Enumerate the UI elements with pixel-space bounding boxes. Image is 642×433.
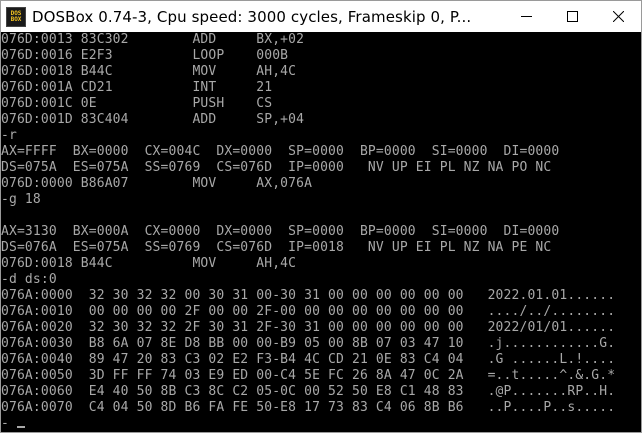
console-line: 076D:001A CD21 INT 21 bbox=[1, 80, 273, 95]
close-button[interactable] bbox=[595, 1, 641, 32]
console-line: 076A:0000 32 30 32 32 00 30 31 00-30 31 … bbox=[1, 288, 616, 303]
console-line: AX=FFFF BX=0000 CX=004C DX=0000 SP=0000 … bbox=[1, 144, 560, 159]
title-bar[interactable]: DOS BOX DOSBox 0.74-3, Cpu speed: 3000 c… bbox=[1, 1, 641, 32]
dosbox-app-icon[interactable]: DOS BOX bbox=[6, 6, 26, 27]
console-line: 076A:0060 E4 40 50 8B C3 8C C2 05-0C 00 … bbox=[1, 384, 616, 399]
console-line: 076A:0050 3D FF FF 74 03 E9 ED 00-C4 5E … bbox=[1, 368, 616, 383]
dosbox-window: DOS BOX DOSBox 0.74-3, Cpu speed: 3000 c… bbox=[0, 0, 642, 433]
close-icon bbox=[612, 11, 624, 22]
console-line: 076A:0040 89 47 20 83 C3 02 E2 F3-B4 4C … bbox=[1, 352, 616, 367]
console-line: AX=3130 BX=000A CX=0000 DX=0000 SP=0000 … bbox=[1, 224, 560, 239]
console-line: 076D:0013 83C302 ADD BX,+02 bbox=[1, 32, 305, 47]
console-line: 076A:0070 C4 04 50 8D B6 FA FE 50-E8 17 … bbox=[1, 400, 616, 415]
dos-console-screen[interactable]: 076D:0013 83C302 ADD BX,+02 076D:0016 E2F… bbox=[1, 32, 641, 432]
minimize-icon bbox=[520, 16, 532, 17]
console-line: 076A:0010 00 00 00 00 2F 00 00 2F-00 00 … bbox=[1, 304, 616, 319]
console-line: DS=076A ES=075A SS=0769 CS=076D IP=0018 … bbox=[1, 240, 552, 255]
console-line: 076D:0018 B44C MOV AH,4C bbox=[1, 256, 297, 271]
text-cursor bbox=[17, 426, 25, 428]
console-line: -d ds:0 bbox=[1, 272, 57, 287]
console-line: 076A:0030 B8 6A 07 8E D8 BB 00 00-B9 05 … bbox=[1, 336, 616, 351]
window-title: DOSBox 0.74-3, Cpu speed: 3000 cycles, F… bbox=[32, 7, 472, 26]
console-line: 076D:0018 B44C MOV AH,4C bbox=[1, 64, 297, 79]
maximize-button[interactable] bbox=[549, 1, 595, 32]
minimize-button[interactable] bbox=[503, 1, 549, 32]
console-line: -r bbox=[1, 128, 17, 143]
console-line: 076D:001D 83C404 ADD SP,+04 bbox=[1, 112, 305, 127]
console-line: 076A:0020 32 30 32 32 2F 30 31 2F-30 31 … bbox=[1, 320, 616, 335]
console-line: -g 18 bbox=[1, 192, 41, 207]
window-controls bbox=[503, 1, 641, 32]
console-line: 076D:0000 B86A07 MOV AX,076A bbox=[1, 176, 313, 191]
console-line: 076D:0016 E2F3 LOOP 000B bbox=[1, 48, 289, 63]
console-line: DS=075A ES=075A SS=0769 CS=076D IP=0000 … bbox=[1, 160, 552, 175]
maximize-icon bbox=[566, 11, 578, 22]
console-line: - bbox=[1, 416, 9, 431]
console-line: 076D:001C 0E PUSH CS bbox=[1, 96, 273, 111]
app-icon-text-bottom: BOX bbox=[10, 15, 22, 23]
